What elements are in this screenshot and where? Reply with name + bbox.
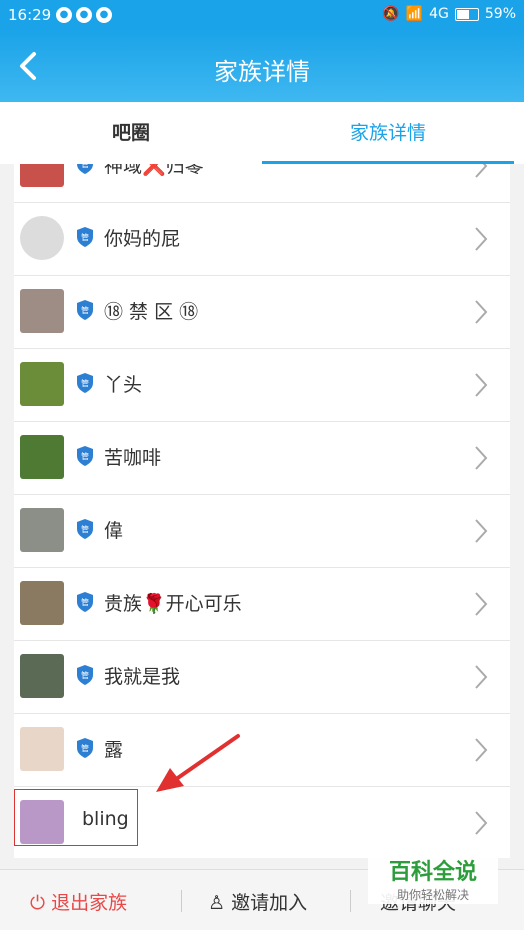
admin-shield-icon: 管 [77,738,93,758]
admin-shield-icon: 管 [77,592,93,612]
battery-percent: 59% [484,6,516,22]
avatar [20,435,64,479]
status-bar: 16:29 ● ● ● 🔕 📶 4G 59% [0,0,524,30]
member-list[interactable]: 管 神域❌归零 管 你妈的屁 管 ⑱ 禁 区 ⑱ 管 丫头 管 苦咖啡 管 偉 … [14,164,510,858]
pointer-arrow-icon [156,734,240,792]
avatar [20,289,64,333]
tab-bar: 吧圈 家族详情 [0,102,524,164]
svg-text:管: 管 [81,670,89,680]
member-row[interactable]: 管 偉 [14,494,510,568]
avatar [20,362,64,406]
chevron-right-icon [475,373,488,397]
svg-text:管: 管 [81,232,89,242]
notification-icons: ● ● ● [56,7,112,23]
wifi-icon: 📶 [405,6,424,22]
user-icon: ♙ [208,892,226,914]
member-row[interactable]: 管 神域❌归零 [14,164,510,203]
nav-bar: 家族详情 [0,30,524,102]
watermark-title: 百科全说 [388,860,477,885]
admin-shield-icon: 管 [77,446,93,466]
tab-family-detail-label: 家族详情 [349,122,426,144]
avatar [20,164,64,187]
divider [181,890,182,912]
chevron-right-icon [475,665,488,689]
page-title: 家族详情 [214,58,310,86]
watermark: 百科全说 助你轻松解决 [368,852,498,904]
status-right: 🔕 📶 4G 59% [382,6,516,22]
admin-shield-icon: 管 [77,300,93,320]
admin-shield-icon: 管 [77,227,93,247]
svg-text:管: 管 [81,451,89,461]
member-name: 贵族🌹开心可乐 [104,593,242,615]
member-name: 神域❌归零 [104,164,204,177]
chevron-right-icon [475,592,488,616]
member-row[interactable]: 管 我就是我 [14,640,510,714]
watermark-subtitle: 助你轻松解决 [396,888,469,902]
avatar [20,216,64,260]
chevron-right-icon [475,164,488,178]
svg-text:管: 管 [81,597,89,607]
avatar [20,727,64,771]
admin-shield-icon: 管 [77,665,93,685]
svg-text:管: 管 [81,524,89,534]
member-name: 我就是我 [104,666,181,688]
quit-family-label: 退出家族 [51,892,128,914]
avatar [20,654,64,698]
svg-text:管: 管 [81,743,89,753]
admin-shield-icon: 管 [77,519,93,539]
chevron-right-icon [475,519,488,543]
tab-family-detail[interactable]: 家族详情 [262,102,514,164]
member-row[interactable]: 管 ⑱ 禁 区 ⑱ [14,275,510,349]
chevron-right-icon [475,446,488,470]
avatar [20,508,64,552]
mute-icon: 🔕 [382,6,400,22]
battery-icon [454,7,479,21]
chevron-right-icon [475,227,488,251]
member-row[interactable]: 管 你妈的屁 [14,202,510,276]
member-name: 苦咖啡 [104,447,162,469]
svg-text:管: 管 [81,378,89,388]
svg-text:管: 管 [81,164,89,169]
member-row[interactable]: 管 贵族🌹开心可乐 [14,567,510,641]
member-name: 偉 [104,520,124,542]
member-name: ⑱ 禁 区 ⑱ [104,301,199,323]
member-row[interactable]: 管 露 [14,713,510,787]
member-row[interactable]: 管 丫头 [14,348,510,422]
power-icon: ⏻ [30,892,46,914]
weibo-icon: ● [76,7,92,23]
invite-join-label: 邀请加入 [231,892,308,914]
member-row[interactable]: 管 苦咖啡 [14,421,510,495]
member-name: 露 [104,739,124,761]
admin-shield-icon: 管 [77,373,93,393]
quit-family-button[interactable]: ⏻ 退出家族 [30,888,127,915]
wechat-icon: ● [56,7,72,23]
invite-join-button[interactable]: ♙ 邀请加入 [208,888,307,915]
chevron-right-icon [475,738,488,762]
network-type: 4G [429,6,449,22]
status-time: 16:29 [8,6,52,24]
svg-text:管: 管 [81,305,89,315]
chevron-right-icon [475,811,488,835]
avatar [20,581,64,625]
highlight-box [14,789,138,846]
admin-shield-icon: 管 [77,164,93,174]
member-name: 你妈的屁 [104,228,181,250]
chevron-right-icon [475,300,488,324]
tab-ba-quan[interactable]: 吧圈 [0,102,262,164]
divider [350,890,351,912]
member-name: 丫头 [104,374,143,396]
app-notification-icon: ● [96,7,112,23]
